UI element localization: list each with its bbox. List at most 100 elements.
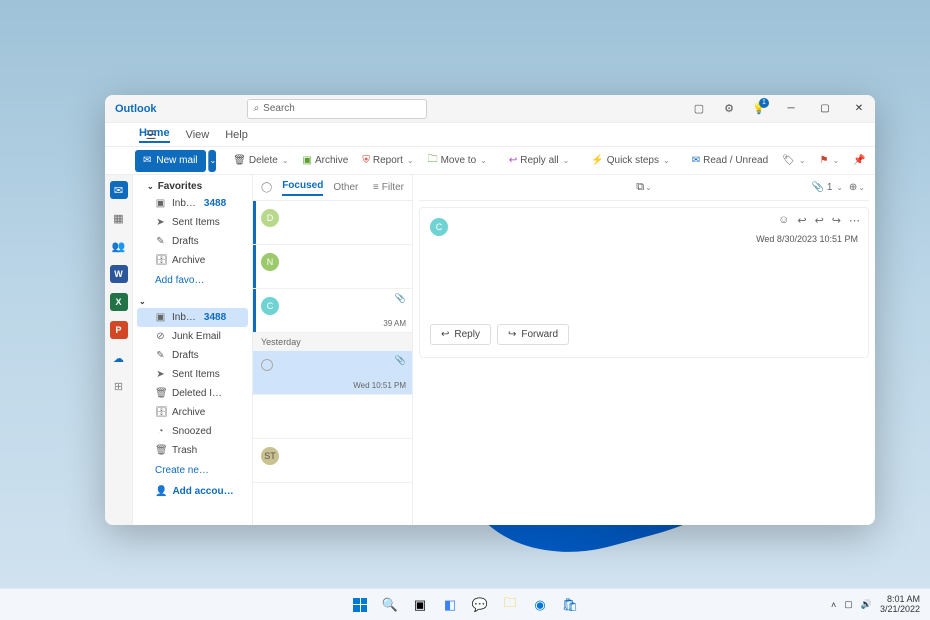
rail-onedrive-icon[interactable]: ☁ xyxy=(110,349,128,367)
folder-item-sentitems[interactable]: ➤Sent Items xyxy=(133,365,252,384)
new-mail-button[interactable]: ✉New mail xyxy=(135,150,206,172)
smile-icon[interactable]: ☺ xyxy=(778,214,789,227)
folder-item-drafts[interactable]: ✎Drafts xyxy=(133,232,252,251)
file-explorer-icon[interactable]: 🗀 xyxy=(498,593,522,617)
delete-button[interactable]: 🗑Delete⌄ xyxy=(228,151,293,171)
ribbon-tabs: Home View Help xyxy=(105,123,875,147)
favorites-header[interactable]: ⌄Favorites xyxy=(133,175,252,194)
quicksteps-button[interactable]: ⚡Quick steps⌄ xyxy=(586,151,674,171)
filter-button[interactable]: ≡Filter xyxy=(373,182,404,193)
rail-excel-icon[interactable]: X xyxy=(110,293,128,311)
filter-icon: ≡ xyxy=(373,182,379,193)
reply-all-icon: ↩ xyxy=(509,155,517,166)
tag-button[interactable]: 🏷⌄ xyxy=(777,151,810,171)
chat-icon[interactable]: 💬 xyxy=(468,593,492,617)
draft-icon: ✎ xyxy=(155,236,166,247)
flag-button[interactable]: ⚑⌄ xyxy=(815,151,845,171)
moveto-button[interactable]: 🗀Move to⌄ xyxy=(423,151,492,171)
message-item[interactable] xyxy=(253,395,412,439)
folder-item-archive[interactable]: 🗄Archive xyxy=(133,403,252,422)
tab-focused[interactable]: Focused xyxy=(282,180,323,196)
search-input[interactable]: ⌕ Search xyxy=(247,99,427,119)
reply-button[interactable]: ↩Reply xyxy=(430,324,491,345)
tab-view[interactable]: View xyxy=(186,129,210,141)
folder-item-archive[interactable]: 🗄Archive xyxy=(133,251,252,270)
attachment-icon: 📎 xyxy=(395,293,406,304)
replyall-button[interactable]: ↩Reply all⌄ xyxy=(504,151,574,171)
message-item[interactable]: D xyxy=(253,201,412,245)
message-item[interactable]: 📎Wed 10:51 PM xyxy=(253,351,412,395)
rail-mail-icon[interactable]: ✉ xyxy=(110,181,128,199)
forward-icon[interactable]: ↪ xyxy=(832,214,841,227)
notifications-icon[interactable]: 💡1 xyxy=(745,96,773,122)
taskbar-search-icon[interactable]: 🔍 xyxy=(378,593,402,617)
message-item[interactable]: ST xyxy=(253,439,412,483)
hamburger-icon[interactable]: ☰ xyxy=(141,125,161,145)
folder-item-inb[interactable]: ▣Inb…3488 xyxy=(137,308,248,327)
avatar: N xyxy=(261,253,279,271)
task-view-icon[interactable]: ▣ xyxy=(408,593,432,617)
avatar: C xyxy=(261,297,279,315)
pin-icon: 📌 xyxy=(853,155,865,166)
more-icon[interactable]: ⋯ xyxy=(849,214,860,227)
add-account-link[interactable]: 👤Add accou… xyxy=(133,481,252,502)
folder-pane: ⌄Favorites ▣Inb…3488➤Sent Items✎Drafts🗄A… xyxy=(133,175,253,525)
archive-icon: 🗄 xyxy=(155,255,166,266)
message-item[interactable]: N xyxy=(253,245,412,289)
report-button[interactable]: ⛨Report⌄ xyxy=(357,151,418,171)
window-maximize-button[interactable]: ▢ xyxy=(809,96,841,122)
message-list: ◯ Focused Other ≡Filter DNC📎39 AM Yester… xyxy=(253,175,413,525)
tray-chevron-icon[interactable]: ˄ xyxy=(831,600,836,610)
rail-people-icon[interactable]: 👥 xyxy=(110,237,128,255)
draft-icon: ✎ xyxy=(155,350,166,361)
forward-icon: ↪ xyxy=(508,329,516,340)
zoom-icon[interactable]: ⊕⌄ xyxy=(849,182,865,193)
folder-item-inb[interactable]: ▣Inb…3488 xyxy=(133,194,252,213)
taskbar: 🔍 ▣ ◧ 💬 🗀 ◉ 🛍 ˄ ▢ 🔊 8:01 AM 3/21/2022 xyxy=(0,588,930,620)
widgets-icon[interactable]: ◧ xyxy=(438,593,462,617)
window-minimize-button[interactable]: ─ xyxy=(775,96,807,122)
meet-now-icon[interactable]: ▢ xyxy=(685,96,713,122)
window-close-button[interactable]: ✕ xyxy=(843,96,875,122)
trash-icon: 🗑 xyxy=(233,155,246,166)
edge-icon[interactable]: ◉ xyxy=(528,593,552,617)
new-mail-dropdown[interactable]: ⌄ xyxy=(208,150,217,172)
folder-item-drafts[interactable]: ✎Drafts xyxy=(133,346,252,365)
folder-item-sentitems[interactable]: ➤Sent Items xyxy=(133,213,252,232)
folder-item-trash[interactable]: 🗑Trash xyxy=(133,441,252,460)
tray-volume-icon[interactable]: 🔊 xyxy=(861,599,872,610)
message-date: Wed 8/30/2023 10:51 PM xyxy=(756,234,858,244)
select-circle[interactable] xyxy=(261,359,273,371)
settings-icon[interactable]: ⚙ xyxy=(715,96,743,122)
tray-network-icon[interactable]: ▢ xyxy=(844,599,853,610)
create-new-folder-link[interactable]: Create ne… xyxy=(133,460,252,481)
attachment-icon[interactable]: 📎 1 ⌄ xyxy=(812,182,843,193)
readunread-button[interactable]: ✉Read / Unread xyxy=(687,151,773,171)
store-icon[interactable]: 🛍 xyxy=(558,593,582,617)
tab-other[interactable]: Other xyxy=(333,182,358,193)
rail-calendar-icon[interactable]: ▦ xyxy=(110,209,128,227)
folder-item-deletedi[interactable]: 🗑Deleted I… xyxy=(133,384,252,403)
archive-button[interactable]: ▣Archive xyxy=(298,151,354,171)
rail-word-icon[interactable]: W xyxy=(110,265,128,283)
translate-icon[interactable]: ⧉⌄ xyxy=(636,181,652,194)
folder-icon: 🗀 xyxy=(428,152,438,169)
mail-icon: ✉ xyxy=(143,155,151,166)
add-favorite-link[interactable]: Add favo… xyxy=(133,270,252,291)
reply-icon[interactable]: ↩ xyxy=(797,214,806,227)
snooze-icon: ◔ xyxy=(155,426,166,437)
rail-more-icon[interactable]: ⊞ xyxy=(110,377,128,395)
forward-button[interactable]: ↪Forward xyxy=(497,324,569,345)
select-all-checkbox[interactable]: ◯ xyxy=(261,182,272,193)
chevron-down-icon: ⌄ xyxy=(147,182,154,191)
folder-item-snoozed[interactable]: ◔Snoozed xyxy=(133,422,252,441)
folder-item-junkemail[interactable]: ⊘Junk Email xyxy=(133,327,252,346)
account-header[interactable]: ⌄ xyxy=(133,291,252,308)
start-button[interactable] xyxy=(348,593,372,617)
rail-powerpoint-icon[interactable]: P xyxy=(110,321,128,339)
reply-all-icon[interactable]: ↩ xyxy=(815,214,824,227)
pin-button[interactable]: 📌 xyxy=(848,151,870,171)
message-item[interactable]: C📎39 AM xyxy=(253,289,412,333)
tab-help[interactable]: Help xyxy=(225,129,248,141)
taskbar-clock[interactable]: 8:01 AM 3/21/2022 xyxy=(880,595,920,615)
